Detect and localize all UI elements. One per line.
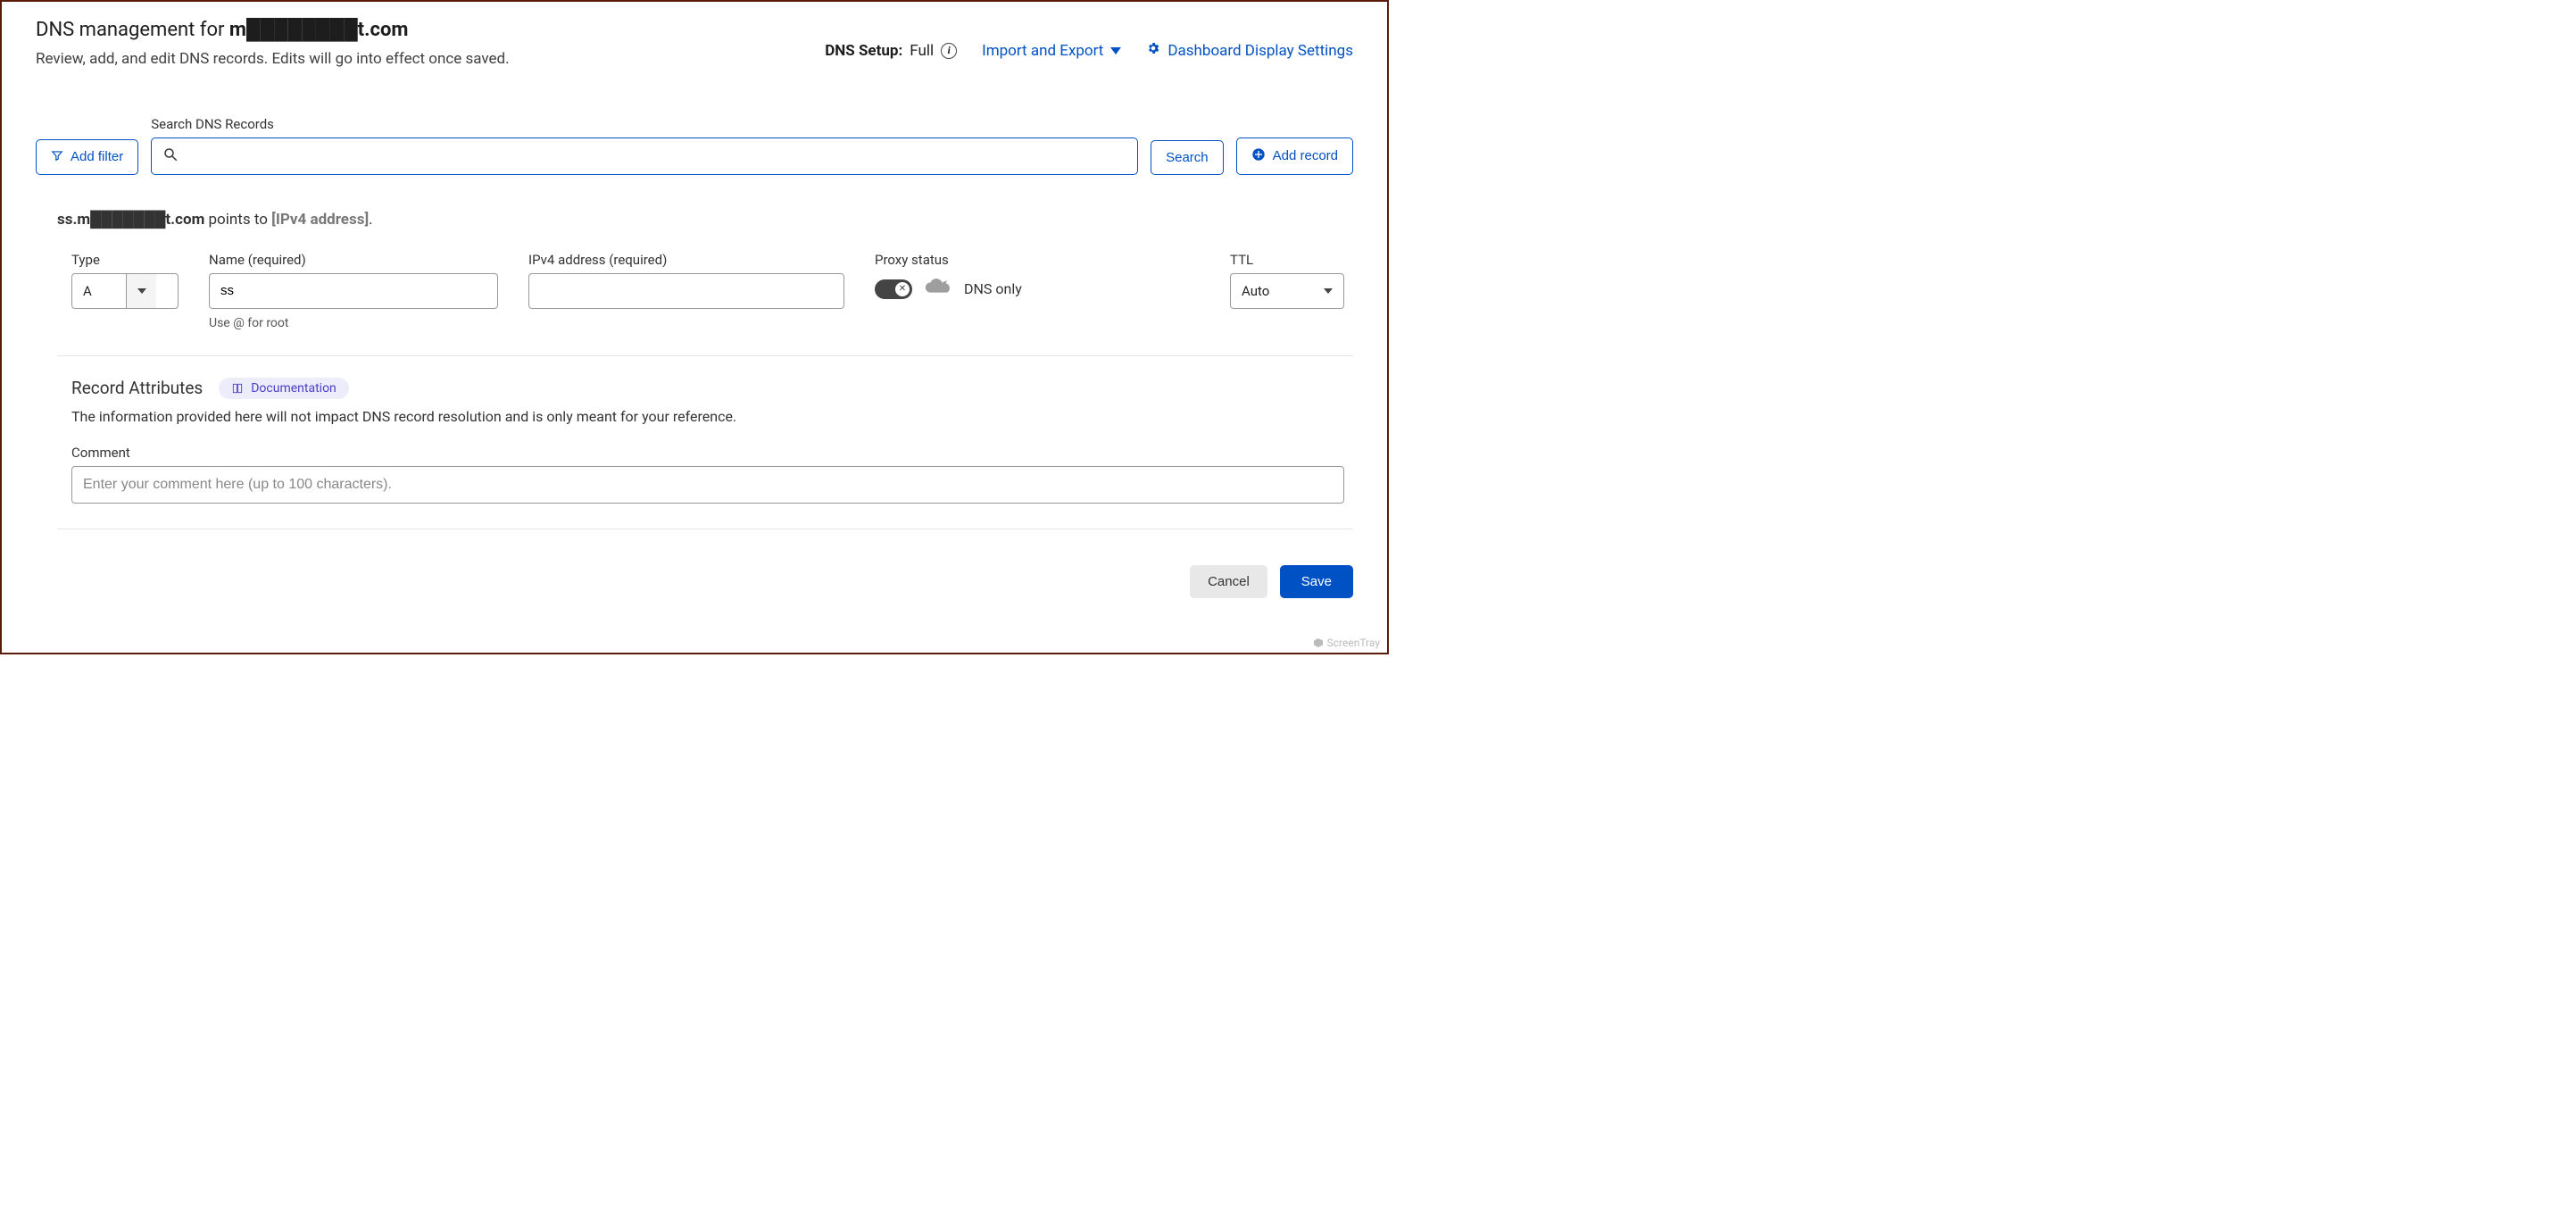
search-button[interactable]: Search [1151,140,1224,175]
ttl-caret[interactable] [1313,274,1343,308]
name-input[interactable] [209,273,498,309]
watermark: ScreenTray [1313,637,1380,649]
proxy-label: Proxy status [875,252,1200,268]
plus-circle-icon [1251,147,1266,165]
name-label: Name (required) [209,252,498,268]
add-record-button[interactable]: Add record [1236,137,1353,175]
import-export-link[interactable]: Import and Export [982,42,1121,60]
record-summary-verb: points to [204,211,271,229]
record-summary: ss.m███████t.com points to [IPv4 address… [57,211,1353,229]
display-settings-link[interactable]: Dashboard Display Settings [1146,41,1353,60]
type-label: Type [71,252,179,268]
ipv4-label: IPv4 address (required) [528,252,844,268]
save-label: Save [1301,574,1332,589]
title-domain: m████████t.com [229,19,409,41]
search-button-label: Search [1166,150,1209,165]
divider [57,355,1353,356]
add-record-label: Add record [1273,148,1338,163]
page-title: DNS management for m████████t.com [36,18,510,41]
info-icon[interactable]: i [941,43,957,59]
proxy-toggle[interactable]: ✕ [875,279,912,299]
add-filter-label: Add filter [71,149,123,164]
dns-setup-label: DNS Setup: [825,42,902,60]
save-button[interactable]: Save [1280,565,1353,598]
record-summary-target: [IPv4 address] [271,211,369,229]
comment-input[interactable] [71,466,1344,504]
attributes-description: The information provided here will not i… [71,408,1344,425]
dns-setup-value: Full [910,42,934,60]
documentation-link[interactable]: Documentation [219,378,349,399]
cloud-icon [923,279,953,300]
watermark-text: ScreenTray [1327,637,1380,649]
proxy-value: DNS only [964,280,1022,297]
title-prefix: DNS management for [36,19,229,41]
ttl-value: Auto [1231,274,1313,308]
type-value: A [72,274,126,308]
filter-icon [51,149,63,165]
documentation-label: Documentation [251,381,337,396]
cancel-button[interactable]: Cancel [1190,565,1267,598]
chevron-down-icon [137,288,146,294]
cancel-label: Cancel [1208,574,1250,589]
ipv4-input[interactable] [528,273,844,309]
search-label: Search DNS Records [151,116,1138,132]
ttl-select[interactable]: Auto [1230,273,1344,309]
ttl-label: TTL [1230,252,1344,268]
attributes-title: Record Attributes [71,378,203,398]
gear-icon [1146,41,1160,60]
name-help: Use @ for root [209,316,498,330]
search-input[interactable] [187,148,1126,163]
type-select[interactable]: A [71,273,179,309]
import-export-label: Import and Export [982,42,1103,60]
add-filter-button[interactable]: Add filter [36,139,138,175]
dns-setup-status: DNS Setup: Full i [825,42,957,60]
comment-label: Comment [71,445,1344,461]
search-input-box[interactable] [151,137,1138,175]
caret-down-icon [1110,47,1121,54]
record-summary-name: ss.m███████t.com [57,211,204,229]
record-summary-suffix: . [369,211,372,229]
toggle-knob-off-icon: ✕ [895,282,910,296]
chevron-down-icon [1324,288,1333,294]
type-caret[interactable] [126,274,156,308]
display-settings-label: Dashboard Display Settings [1168,42,1353,60]
page-subtitle: Review, add, and edit DNS records. Edits… [36,48,510,71]
search-icon [162,146,179,166]
